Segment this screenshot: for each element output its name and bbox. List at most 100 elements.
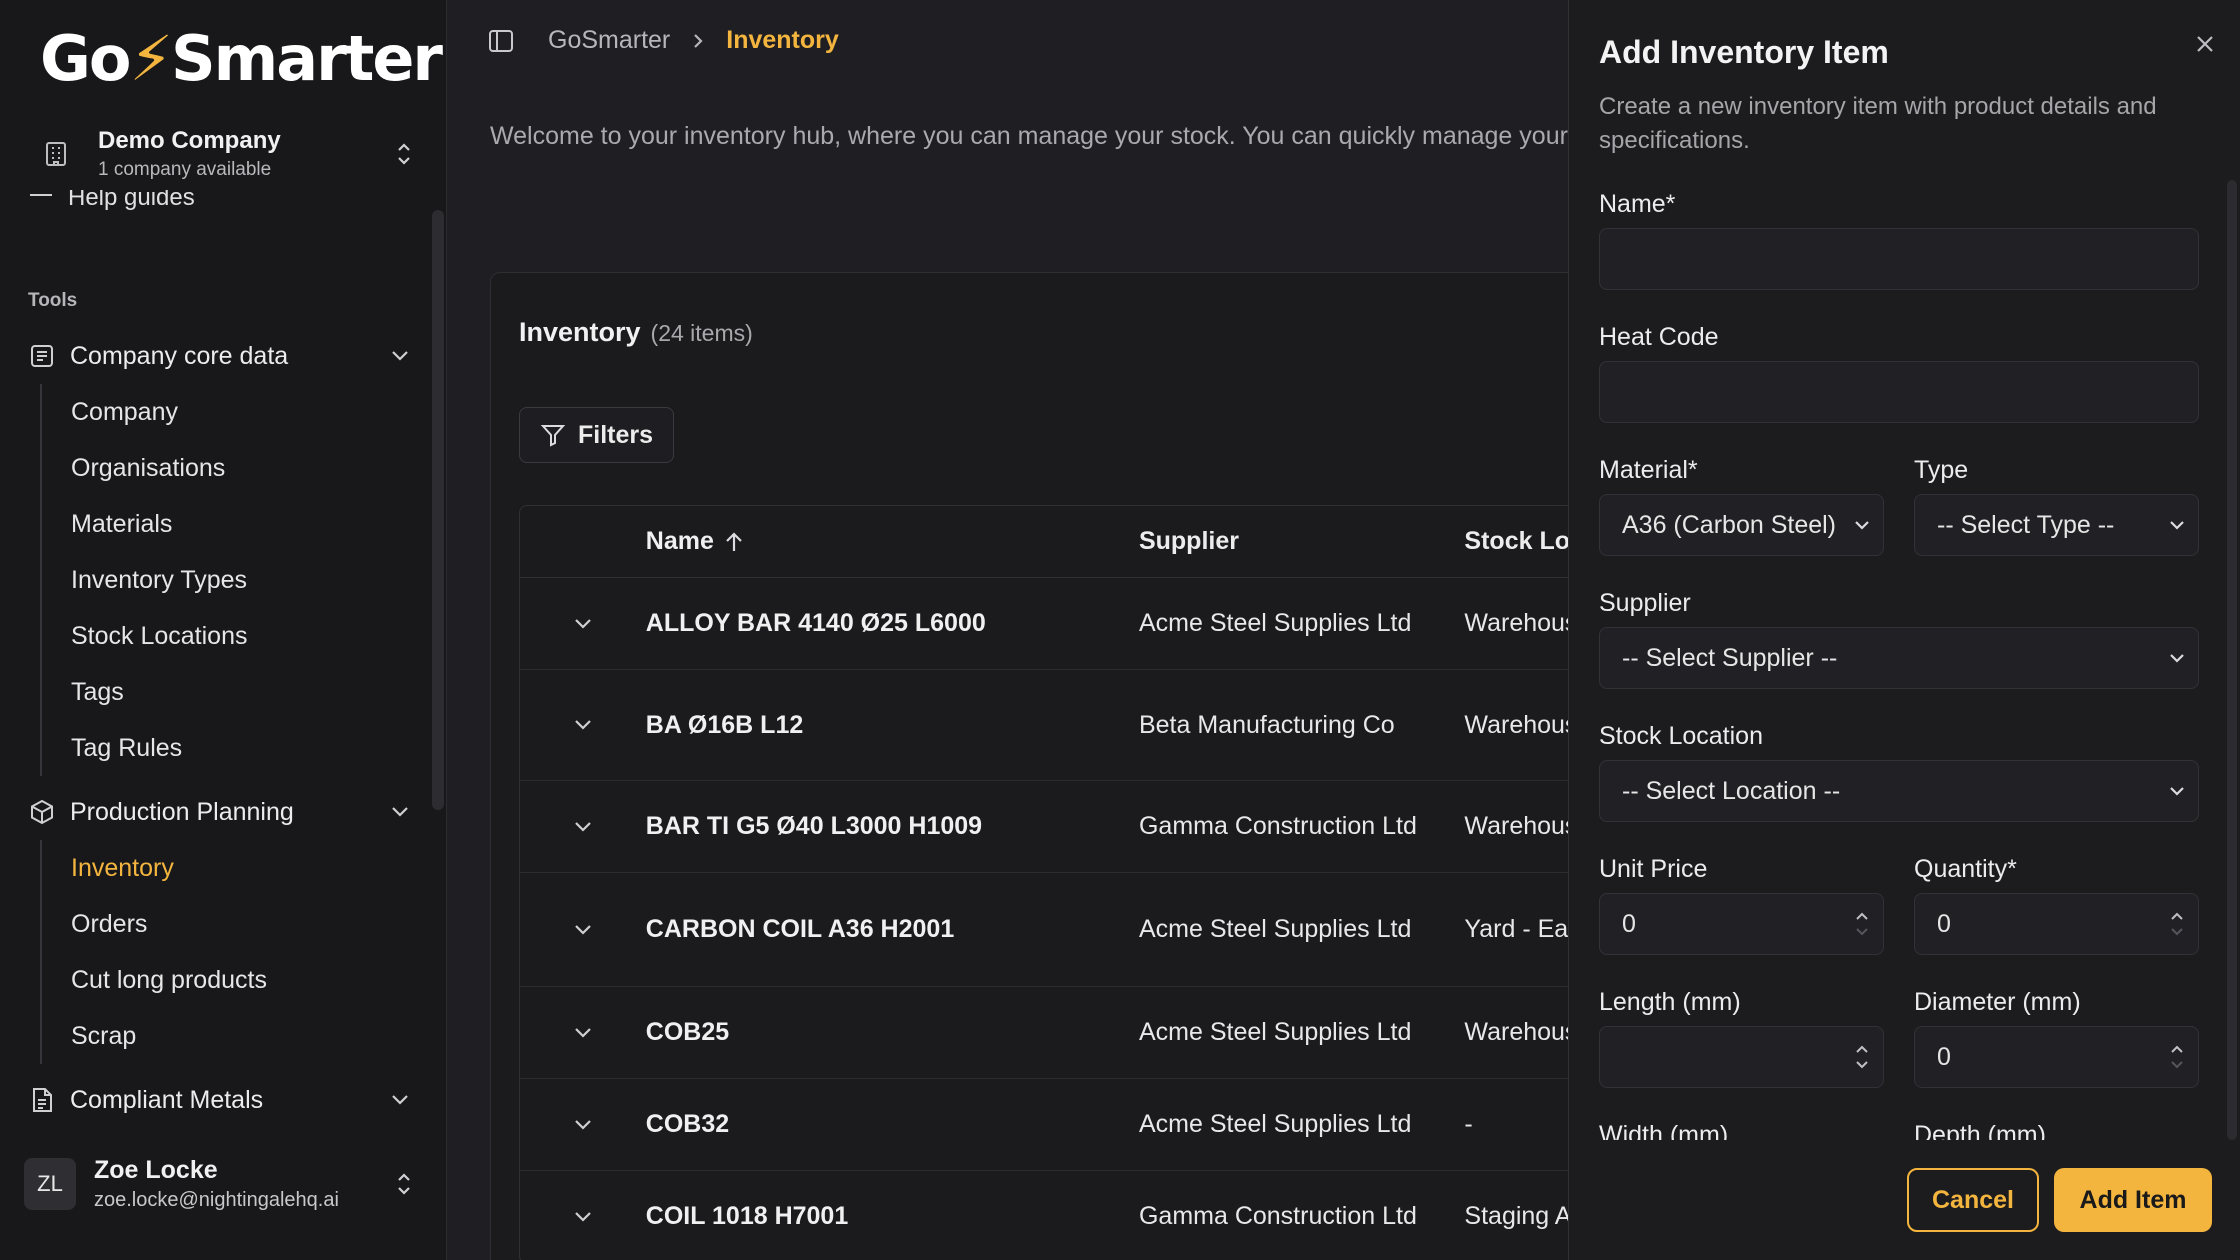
nav-group-company-core-data: Company core data Company Organisations …	[0, 328, 420, 776]
cell-name: COB32	[645, 1110, 730, 1138]
drawer-scrollbar[interactable]	[2227, 180, 2237, 1140]
table-row[interactable]: ALLOY BAR 4140 Ø25 L6000 Acme Steel Supp…	[520, 578, 1718, 670]
name-field[interactable]	[1599, 228, 2199, 290]
sidebar-scrollbar[interactable]	[432, 210, 444, 810]
chevron-down-icon[interactable]	[2170, 1060, 2184, 1069]
diameter-field[interactable]: 0	[1914, 1026, 2199, 1088]
chevron-down-icon[interactable]	[2170, 927, 2184, 936]
chevron-up-icon[interactable]	[2170, 912, 2184, 921]
cancel-button[interactable]: Cancel	[1907, 1168, 2039, 1232]
logo-text-right: Smarter	[171, 22, 443, 95]
number-stepper[interactable]	[1841, 912, 1883, 936]
breadcrumb: GoSmarter Inventory	[548, 26, 839, 55]
company-name: Demo Company	[98, 127, 281, 154]
add-inventory-drawer: Add Inventory Item Create a new inventor…	[1568, 0, 2240, 1260]
column-header-supplier[interactable]: Supplier	[1139, 527, 1464, 556]
heat-code-field[interactable]	[1599, 361, 2199, 423]
sidebar-item-tag-rules[interactable]: Tag Rules	[42, 720, 420, 776]
sidebar-item-scrap[interactable]: Scrap	[42, 1008, 420, 1064]
type-select[interactable]: -- Select Type --	[1914, 494, 2199, 556]
chevrons-up-down-icon	[384, 141, 424, 167]
expand-chevron-icon[interactable]	[520, 1211, 646, 1223]
sidebar-item-inventory[interactable]: Inventory	[42, 840, 420, 896]
table-header: Name Supplier Stock Loc	[520, 506, 1718, 578]
chevron-up-icon[interactable]	[2170, 1045, 2184, 1054]
cell-name: COIL 1018 H7001	[645, 1202, 849, 1230]
nav-group-header-compliant-metals[interactable]: Compliant Metals	[0, 1072, 420, 1128]
user-email: zoe.locke@nightingalehq.ai	[94, 1189, 339, 1211]
nav-group-header-production-planning[interactable]: Production Planning	[0, 784, 420, 840]
table-row[interactable]: COB32 Acme Steel Supplies Ltd -	[520, 1079, 1718, 1171]
quantity-field[interactable]: 0	[1914, 893, 2199, 955]
unit-price-field[interactable]: 0	[1599, 893, 1884, 955]
inventory-count: (24 items)	[650, 320, 753, 346]
expand-chevron-icon[interactable]	[520, 618, 646, 630]
sidebar-item-cut-long-products[interactable]: Cut long products	[42, 952, 420, 1008]
cell-name: BAR TI G5 Ø40 L3000 H1009	[645, 812, 983, 840]
cell-supplier: Acme Steel Supplies Ltd	[1138, 1018, 1412, 1046]
sidebar-item-company[interactable]: Company	[42, 384, 420, 440]
filter-icon	[540, 425, 566, 447]
cell-supplier: Acme Steel Supplies Ltd	[1138, 1110, 1412, 1138]
add-item-button[interactable]: Add Item	[2054, 1168, 2212, 1232]
sidebar-item-stock-locations[interactable]: Stock Locations	[42, 608, 420, 664]
app-logo[interactable]: Go⚡Smarter	[40, 22, 443, 95]
sidebar-item-orders[interactable]: Orders	[42, 896, 420, 952]
table-row[interactable]: BA Ø16B L12 Beta Manufacturing Co Wareho…	[520, 670, 1718, 781]
cell-name: BA Ø16B L12	[645, 710, 804, 739]
chevron-up-icon[interactable]	[1855, 912, 1869, 921]
sidebar-toggle-icon[interactable]	[488, 28, 514, 54]
package-icon	[28, 798, 56, 826]
chevron-down-icon	[2156, 520, 2198, 530]
expand-chevron-icon[interactable]	[520, 1027, 646, 1039]
heat-code-label: Heat Code	[1599, 323, 1719, 351]
name-label: Name*	[1599, 190, 1676, 218]
filters-button[interactable]: Filters	[519, 407, 675, 463]
table-row[interactable]: CARBON COIL A36 H2001 Acme Steel Supplie…	[520, 873, 1718, 987]
sidebar-item-help-guides[interactable]: Help guides	[28, 190, 195, 212]
user-menu[interactable]: ZL Zoe Locke zoe.locke@nightingalehq.ai	[24, 1148, 424, 1220]
expand-chevron-icon[interactable]	[520, 719, 646, 731]
section-label-tools: Tools	[28, 290, 78, 311]
company-switcher[interactable]: Demo Company 1 company available	[24, 118, 424, 190]
stock-location-select[interactable]: -- Select Location --	[1599, 760, 2199, 822]
number-stepper[interactable]	[2156, 1045, 2198, 1069]
table-row[interactable]: COB25 Acme Steel Supplies Ltd Warehous	[520, 987, 1718, 1079]
sidebar-item-materials[interactable]: Materials	[42, 496, 420, 552]
nav-group-header-company-core-data[interactable]: Company core data	[0, 328, 420, 384]
expand-chevron-icon[interactable]	[520, 821, 646, 833]
welcome-text: Welcome to your inventory hub, where you…	[490, 122, 1595, 150]
sidebar-item-inventory-types[interactable]: Inventory Types	[42, 552, 420, 608]
nav-group-label: Company core data	[70, 341, 289, 370]
chevron-down-icon[interactable]	[1855, 927, 1869, 936]
chevron-down-icon	[2156, 653, 2198, 663]
number-stepper[interactable]	[2156, 912, 2198, 936]
document-icon	[28, 1086, 56, 1114]
sidebar-item-organisations[interactable]: Organisations	[42, 440, 420, 496]
column-name-label: Name	[645, 527, 714, 555]
supplier-select[interactable]: -- Select Supplier --	[1599, 627, 2199, 689]
chevron-up-icon[interactable]	[1855, 1045, 1869, 1054]
material-value: A36 (Carbon Steel)	[1622, 510, 1837, 539]
column-header-name[interactable]: Name	[646, 527, 1139, 556]
nav-children-production-planning: Inventory Orders Cut long products Scrap	[40, 840, 420, 1064]
expand-chevron-icon[interactable]	[520, 924, 646, 936]
table-row[interactable]: COIL 1018 H7001 Gamma Construction Ltd S…	[520, 1171, 1718, 1260]
material-select[interactable]: A36 (Carbon Steel)	[1599, 494, 1884, 556]
chevron-down-icon[interactable]	[1855, 1060, 1869, 1069]
breadcrumb-current: Inventory	[726, 26, 839, 54]
table-row[interactable]: BAR TI G5 Ø40 L3000 H1009 Gamma Construc…	[520, 781, 1718, 873]
breadcrumb-root[interactable]: GoSmarter	[548, 26, 670, 55]
diameter-value: 0	[1937, 1042, 1951, 1071]
length-field[interactable]	[1599, 1026, 1884, 1088]
close-icon[interactable]	[2189, 28, 2221, 60]
cell-supplier: Gamma Construction Ltd	[1138, 812, 1417, 840]
nav-group-label: Production Planning	[70, 797, 294, 826]
material-label: Material*	[1599, 456, 1698, 484]
sidebar-item-tags[interactable]: Tags	[42, 664, 420, 720]
chevron-down-icon	[1841, 520, 1883, 530]
nav-group-production-planning: Production Planning Inventory Orders Cut…	[0, 784, 420, 1064]
sidebar-nav: Help guides Tools Company core data Comp…	[0, 190, 440, 1130]
expand-chevron-icon[interactable]	[520, 1119, 646, 1131]
number-stepper[interactable]	[1841, 1045, 1883, 1069]
